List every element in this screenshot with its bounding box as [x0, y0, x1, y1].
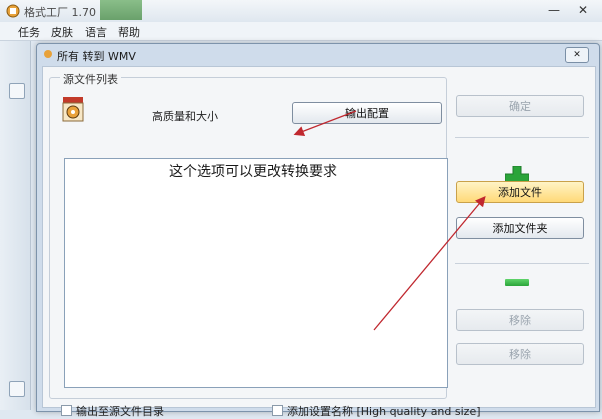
menu-language[interactable]: 语言: [85, 24, 107, 40]
dialog-title-bar: 所有 转到 WMV ✕: [37, 44, 599, 64]
app-icon: [6, 4, 20, 18]
format-icon: [62, 97, 84, 122]
dialog-title: 所有 转到 WMV: [57, 50, 136, 63]
checkbox-label: 输出至源文件目录: [76, 405, 164, 418]
add-folder-button[interactable]: 添加文件夹: [456, 217, 584, 239]
divider: [455, 263, 589, 264]
convert-dialog: 所有 转到 WMV ✕ 源文件列表 高质量和大小 输出配置 这个选项可以更改转换…: [36, 43, 600, 418]
toolbar-button[interactable]: [9, 381, 25, 397]
ok-button[interactable]: 确定: [456, 95, 584, 117]
add-setting-name-checkbox[interactable]: 添加设置名称 [High quality and size]: [272, 403, 481, 419]
title-bar-highlight: [100, 0, 142, 20]
dialog-close-button[interactable]: ✕: [565, 47, 589, 63]
menu-help[interactable]: 帮助: [118, 24, 140, 40]
checkbox-box[interactable]: [61, 405, 72, 416]
quality-label: 高质量和大小: [152, 110, 218, 123]
add-file-button[interactable]: 添加文件: [456, 181, 584, 203]
group-label: 源文件列表: [60, 71, 121, 87]
main-title-bar: 格式工厂 1.70 — ✕: [0, 0, 602, 22]
background-toolbar: [0, 41, 31, 410]
remove-button[interactable]: 移除: [456, 309, 584, 331]
close-button[interactable]: ✕: [578, 3, 588, 17]
menu-skin[interactable]: 皮肤: [51, 24, 73, 40]
divider: [455, 137, 589, 138]
output-config-button[interactable]: 输出配置: [292, 102, 442, 124]
minimize-button[interactable]: —: [548, 3, 560, 17]
dialog-client: 源文件列表 高质量和大小 输出配置 这个选项可以更改转换要求 确定 添加文件 添…: [42, 66, 596, 418]
checkbox-label: 添加设置名称 [High quality and size]: [287, 405, 481, 418]
toolbar-button[interactable]: [9, 83, 25, 99]
dialog-icon: [44, 50, 52, 58]
clear-list-button[interactable]: 移除: [456, 343, 584, 365]
output-to-source-checkbox[interactable]: 输出至源文件目录: [61, 403, 164, 419]
checkbox-box[interactable]: [272, 405, 283, 416]
minus-icon: [505, 279, 529, 286]
annotation-text: 这个选项可以更改转换要求: [169, 164, 337, 180]
menu-bar: 任务 皮肤 语言 帮助: [0, 22, 602, 41]
menu-task[interactable]: 任务: [18, 24, 40, 40]
file-list[interactable]: 这个选项可以更改转换要求: [64, 158, 448, 388]
app-title: 格式工厂 1.70: [24, 6, 96, 19]
source-file-group: 源文件列表 高质量和大小 输出配置 这个选项可以更改转换要求: [49, 71, 448, 399]
